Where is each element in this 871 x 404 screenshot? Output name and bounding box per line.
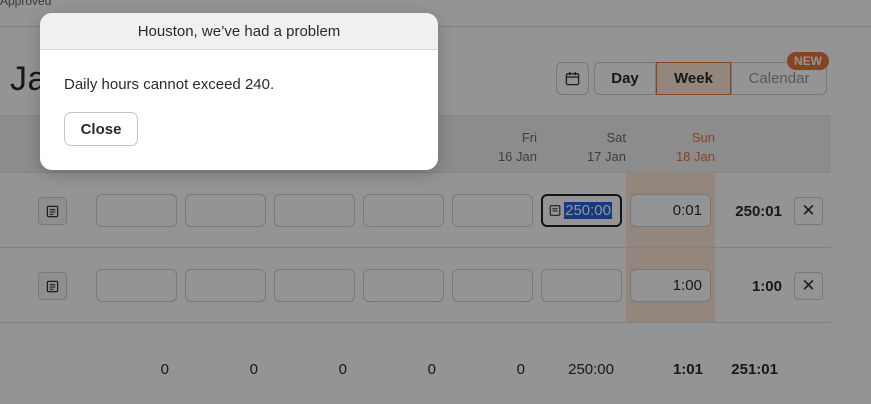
dialog-message: Daily hours cannot exceed 240.: [64, 76, 275, 93]
error-dialog: Houston, we’ve had a problem Daily hours…: [40, 13, 438, 170]
dialog-title: Houston, we’ve had a problem: [40, 13, 438, 50]
close-button[interactable]: Close: [64, 112, 138, 146]
